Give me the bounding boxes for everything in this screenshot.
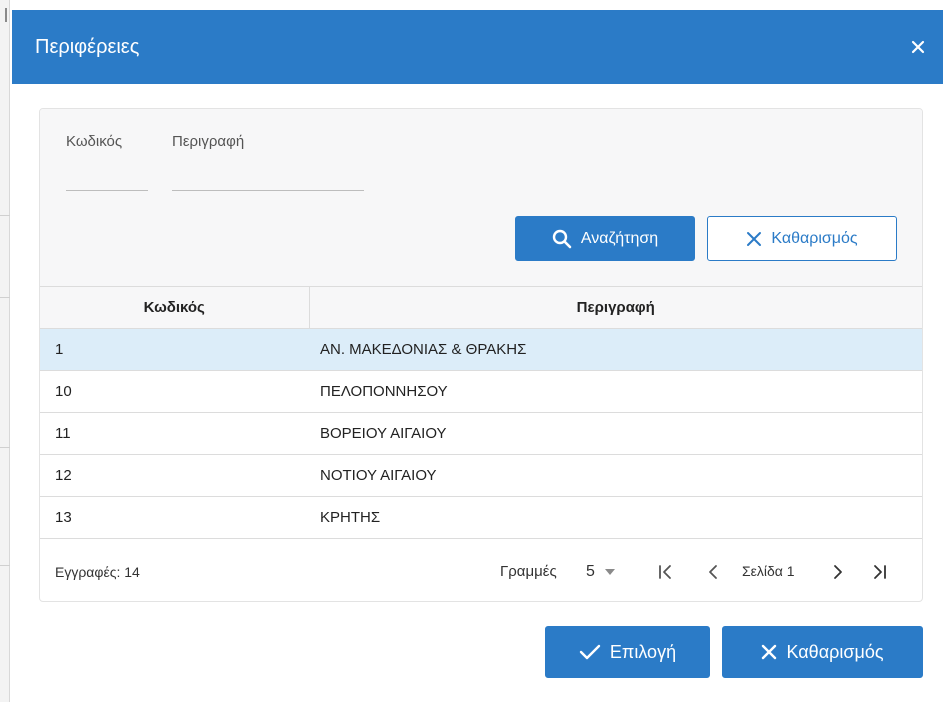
first-page-button[interactable] — [654, 560, 676, 584]
search-icon — [552, 229, 572, 248]
pagination-footer: Εγγραφές: 14 Γραμμές 5 Σελίδα 1 — [40, 543, 922, 601]
table-row[interactable]: 11 ΒΟΡΕΙΟΥ ΑΙΓΑΙΟΥ — [40, 412, 922, 455]
chevron-right-icon — [834, 565, 842, 579]
table-row[interactable]: 12 ΝΟΤΙΟΥ ΑΙΓΑΙΟΥ — [40, 454, 922, 497]
search-button-label: Αναζήτηση — [580, 229, 659, 247]
clear-filters-button-label: Καθαρισμός — [771, 229, 858, 247]
table-row[interactable]: 1 ΑΝ. ΜΑΚΕΔΟΝΙΑΣ & ΘΡΑΚΗΣ — [40, 328, 922, 371]
code-filter-label: Κωδικός — [66, 133, 123, 150]
background-edge-line — [0, 447, 10, 448]
dialog-title: Περιφέρειες — [35, 36, 140, 58]
close-dialog-button[interactable] — [905, 34, 931, 60]
code-filter-input[interactable] — [66, 161, 148, 191]
background-edge-line — [0, 565, 10, 566]
select-button-label: Επιλογή — [609, 642, 677, 662]
first-page-icon — [659, 565, 671, 579]
column-header-code[interactable]: Κωδικός — [40, 287, 310, 329]
select-button[interactable]: Επιλογή — [545, 626, 710, 678]
background-edge-line — [0, 297, 10, 298]
row-code-cell: 1 — [40, 328, 309, 371]
close-icon — [762, 644, 777, 660]
chevron-left-icon — [709, 565, 717, 579]
clear-selection-button-label: Καθαρισμός — [786, 642, 884, 662]
column-header-description[interactable]: Περιγραφή — [309, 287, 922, 329]
description-filter-label: Περιγραφή — [172, 133, 245, 150]
row-code-cell: 13 — [40, 496, 309, 539]
dialog-titlebar: Περιφέρειες — [12, 10, 943, 84]
background-edge-line — [0, 215, 10, 216]
regions-table: Κωδικός Περιγραφή 1 ΑΝ. ΜΑΚΕΔΟΝΙΑΣ & ΘΡΑ… — [40, 287, 922, 539]
row-code-cell: 11 — [40, 412, 309, 455]
row-code-cell: 12 — [40, 454, 309, 497]
regions-dialog: Περιφέρειες Κωδικός Περιγραφή Αναζήτηση — [12, 10, 943, 702]
row-description-cell: ΒΟΡΕΙΟΥ ΑΙΓΑΙΟΥ — [309, 412, 922, 455]
last-page-icon — [874, 565, 886, 579]
clear-selection-button[interactable]: Καθαρισμός — [722, 626, 923, 678]
records-count: Εγγραφές: 14 — [55, 564, 140, 580]
search-button[interactable]: Αναζήτηση — [515, 216, 695, 261]
previous-page-button[interactable] — [702, 560, 724, 584]
caret-down-icon — [604, 569, 615, 575]
row-description-cell: ΠΕΛΟΠΟΝΝΗΣΟΥ — [309, 370, 922, 413]
close-icon — [911, 40, 925, 54]
rows-per-page-label: Γραμμές — [500, 563, 557, 580]
last-page-button[interactable] — [869, 560, 891, 584]
description-filter-input[interactable] — [172, 161, 364, 191]
table-row[interactable]: 10 ΠΕΛΟΠΟΝΝΗΣΟΥ — [40, 370, 922, 413]
search-panel: Κωδικός Περιγραφή Αναζήτηση Καθαρισμός Κ… — [39, 108, 923, 602]
table-header-row: Κωδικός Περιγραφή — [40, 287, 922, 329]
background-page-edge — [0, 0, 10, 702]
table-row[interactable]: 13 ΚΡΗΤΗΣ — [40, 496, 922, 539]
next-page-button[interactable] — [827, 560, 849, 584]
rows-per-page-select[interactable]: 5 — [586, 560, 628, 584]
filter-area: Κωδικός Περιγραφή Αναζήτηση Καθαρισμός — [40, 109, 922, 287]
clear-filters-button[interactable]: Καθαρισμός — [707, 216, 897, 261]
row-description-cell: ΝΟΤΙΟΥ ΑΙΓΑΙΟΥ — [309, 454, 922, 497]
row-description-cell: ΑΝ. ΜΑΚΕΔΟΝΙΑΣ & ΘΡΑΚΗΣ — [309, 328, 922, 371]
close-icon — [747, 231, 762, 246]
rows-per-page-value: 5 — [586, 563, 595, 580]
row-code-cell: 10 — [40, 370, 309, 413]
background-edge-mark — [5, 8, 7, 22]
row-description-cell: ΚΡΗΤΗΣ — [309, 496, 922, 539]
check-icon — [579, 644, 601, 660]
current-page-label: Σελίδα 1 — [742, 563, 795, 579]
